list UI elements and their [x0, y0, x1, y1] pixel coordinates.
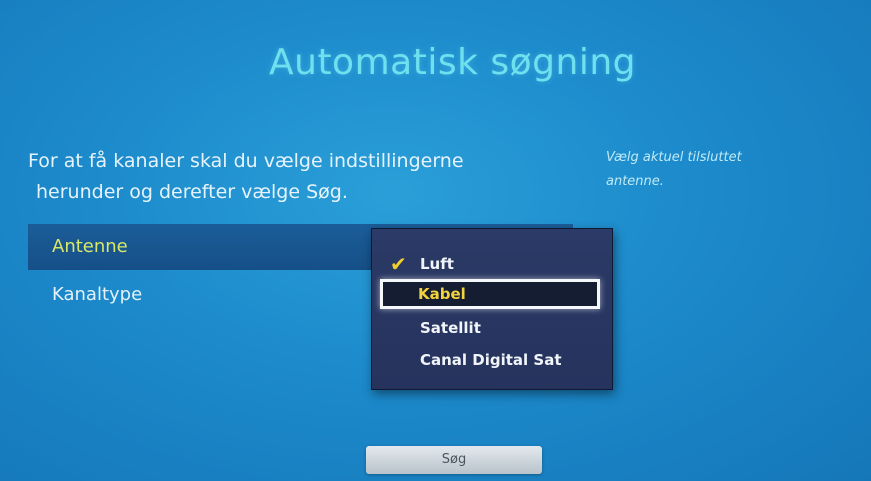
option-label: Kabel: [418, 285, 466, 303]
help-line-2: antenne.: [606, 174, 664, 189]
dropdown-option-luft[interactable]: ✔ Luft: [382, 249, 602, 279]
antenna-dropdown: ✔ Luft Kabel Satellit Canal Digital Sat: [371, 228, 613, 390]
dropdown-option-satellit[interactable]: Satellit: [382, 313, 602, 343]
instruction-line-1: For at få kanaler skal du vælge indstill…: [28, 150, 464, 172]
setting-channel-type-row[interactable]: Kanaltype: [28, 272, 373, 318]
instruction-text: For at få kanaler skal du vælge indstill…: [28, 146, 548, 208]
setting-channel-type-label: Kanaltype: [52, 284, 143, 305]
option-label: Satellit: [420, 319, 481, 337]
help-line-1: Vælg aktuel tilsluttet: [606, 150, 742, 165]
setting-antenna-label: Antenne: [52, 236, 128, 257]
option-label: Luft: [420, 255, 454, 273]
option-label: Canal Digital Sat: [420, 351, 562, 369]
instruction-line-2: herunder og derefter vælge Søg.: [36, 181, 348, 203]
search-button[interactable]: Søg: [366, 446, 542, 474]
checkmark-icon: ✔: [390, 252, 407, 276]
page-title: Automatisk søgning: [269, 42, 636, 83]
dropdown-option-canal-digital-sat[interactable]: Canal Digital Sat: [382, 345, 602, 375]
dropdown-option-kabel[interactable]: Kabel: [380, 279, 600, 309]
help-text: Vælg aktuel tilsluttet antenne.: [606, 146, 826, 194]
